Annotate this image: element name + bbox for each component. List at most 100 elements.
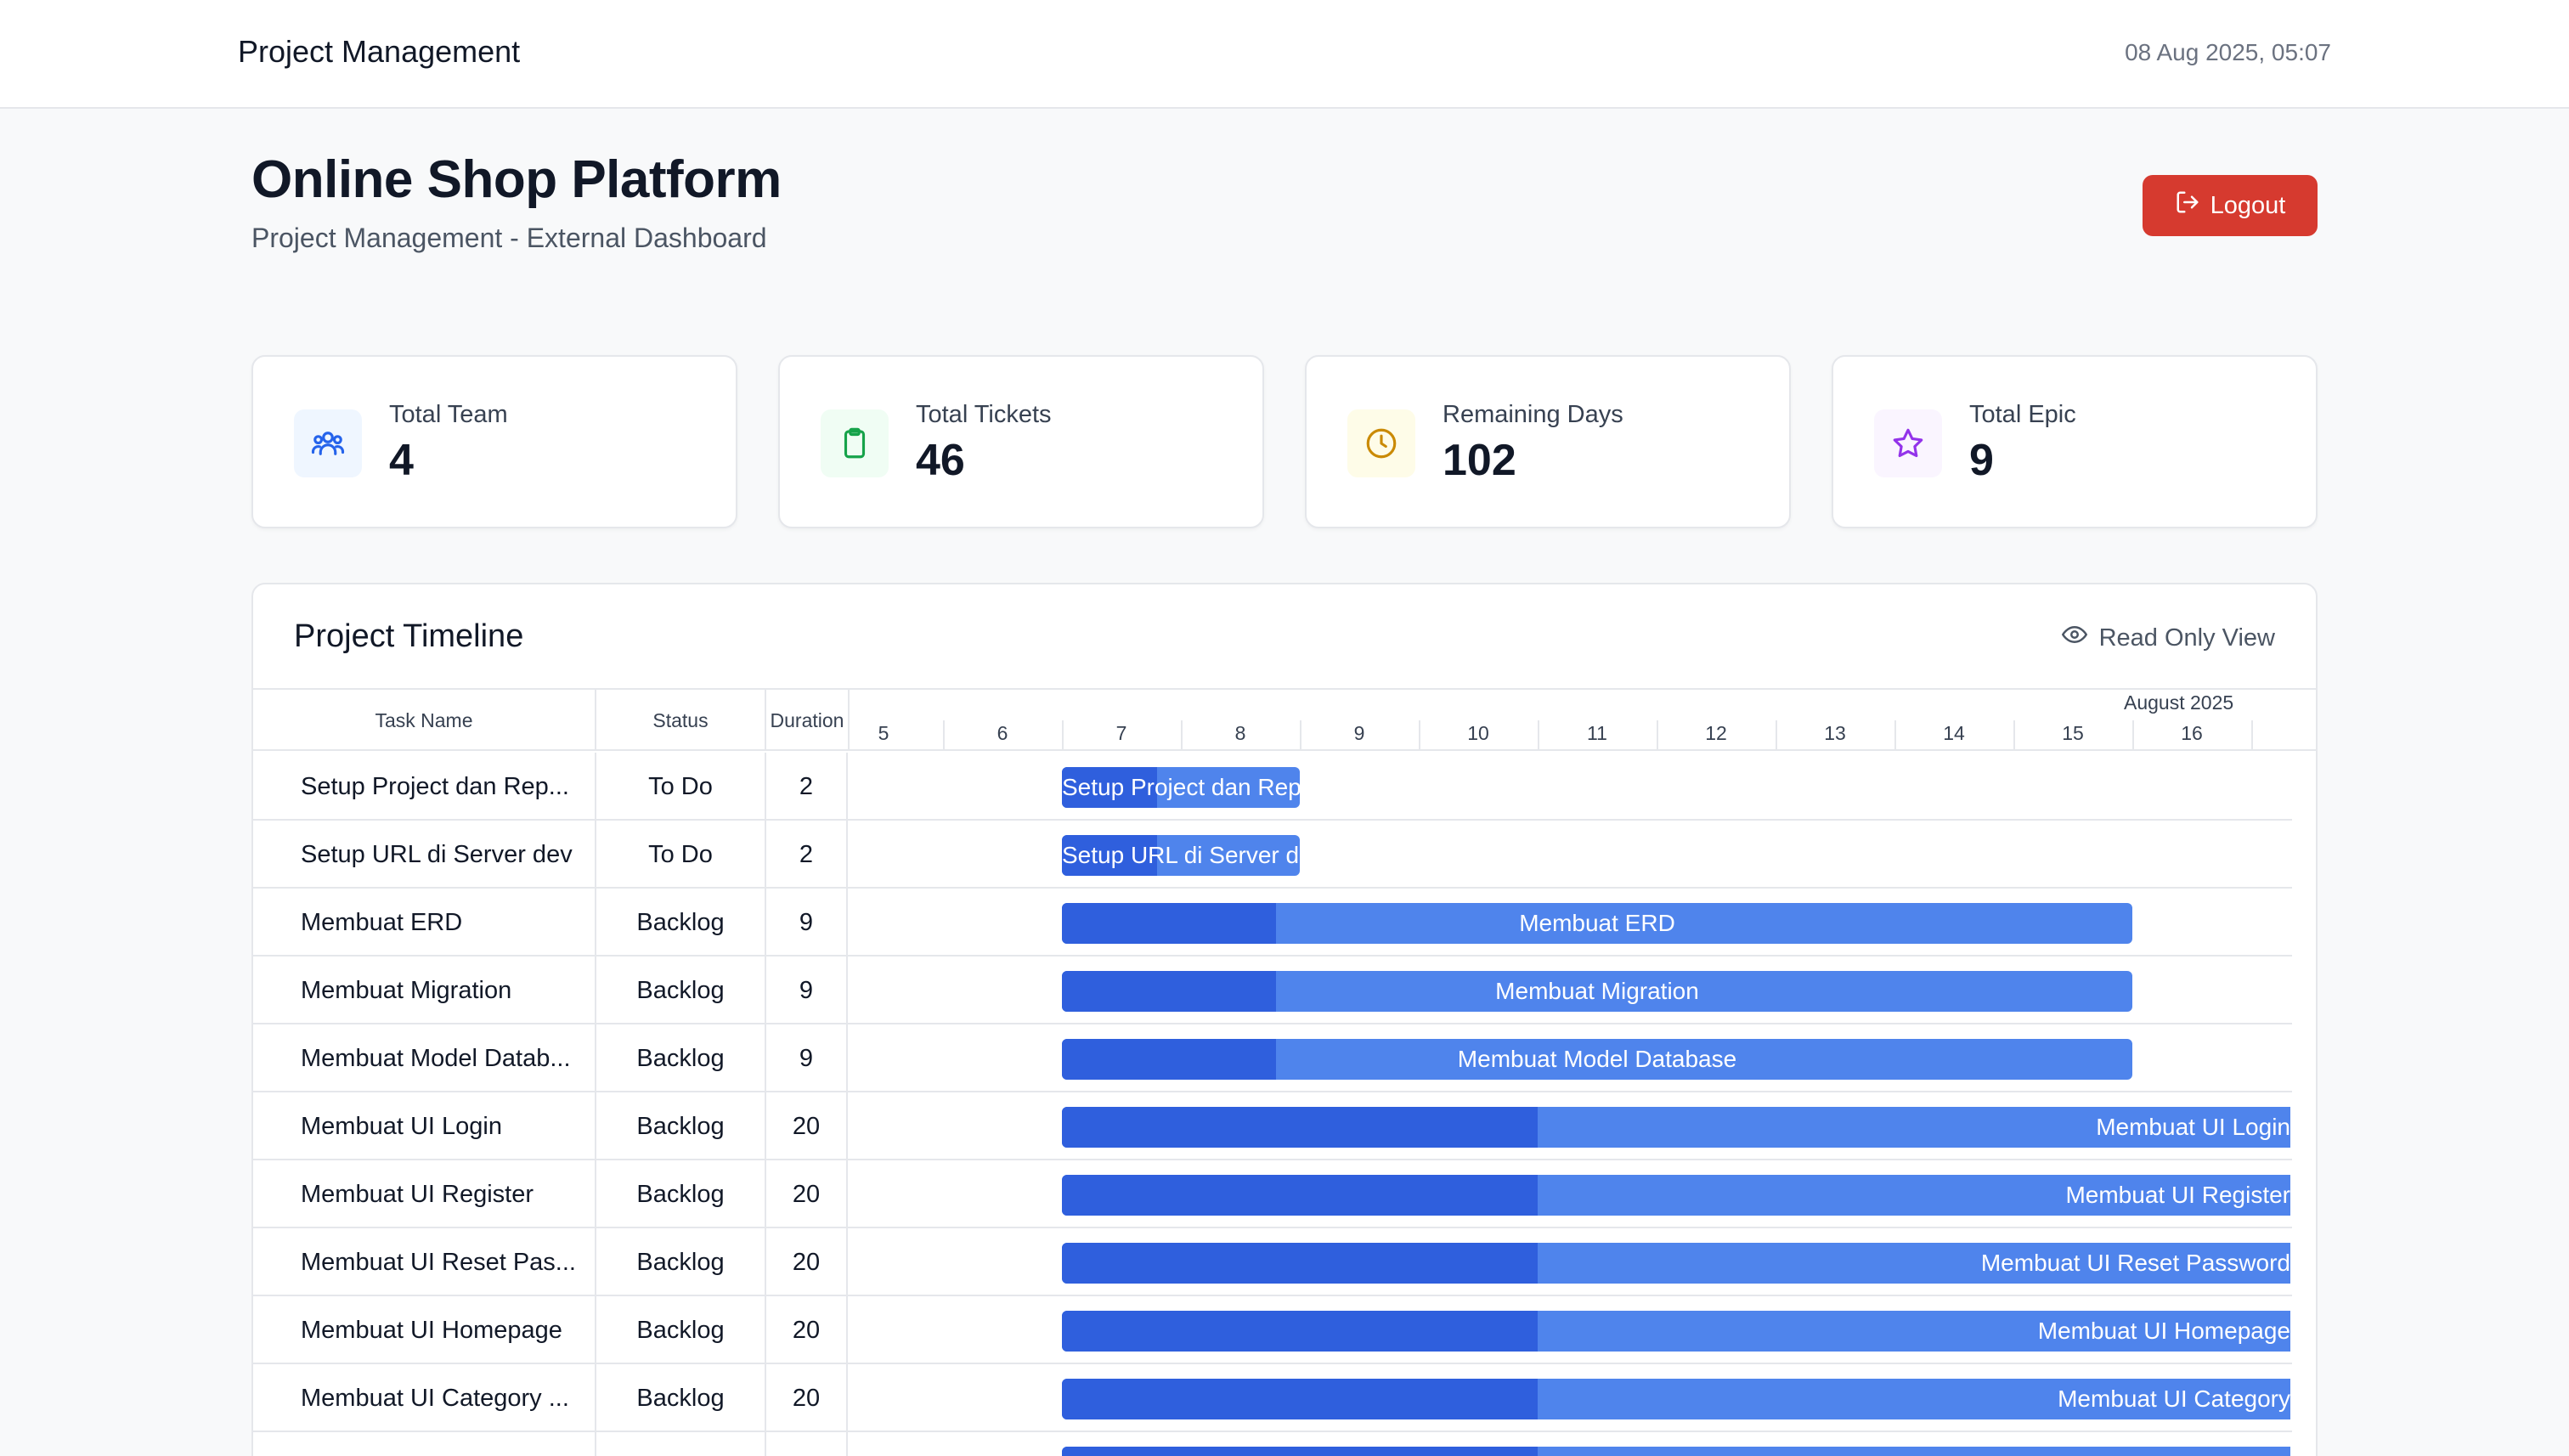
task-name-cell: Membuat ERD: [253, 889, 596, 957]
task-name-cell: Membuat Migration: [253, 957, 596, 1024]
task-bar-label: Setup URL di Server dev: [1062, 842, 1300, 868]
stat-value: 102: [1443, 436, 1516, 485]
table-row[interactable]: Membuat Model Datab... Backlog 9 Membuat Mo…: [253, 1024, 2292, 1092]
top-navbar: Project Management 08 Aug 2025, 05:07: [0, 0, 2569, 109]
task-bar-track: Membuat UI Category: [850, 1364, 2290, 1432]
task-duration-cell: 9: [766, 957, 848, 1024]
day-label: 11: [1587, 722, 1607, 744]
table-row[interactable]: Membuat UI Category ... Backlog 20 Membuat …: [253, 1364, 2292, 1432]
task-bar-label: Membuat Migration: [1495, 978, 1699, 1004]
logout-icon: [2175, 189, 2200, 222]
stat-label: Total Epic: [1969, 401, 2076, 428]
timeline-title: Project Timeline: [294, 618, 524, 654]
task-bar-label: Membuat ERD: [1519, 910, 1675, 936]
task-bar[interactable]: Setup URL di Server dev: [1062, 835, 1300, 876]
table-row[interactable]: Membuat Migration Backlog 9 Membuat Migrati…: [253, 957, 2292, 1024]
eye-icon: [2061, 622, 2087, 654]
task-bar-track: Membuat ERD: [850, 889, 2290, 957]
column-header-task-name: Task Name: [253, 690, 596, 751]
task-duration-cell: 20: [766, 1364, 848, 1432]
day-divider: [2251, 720, 2253, 751]
stat-card-total-tickets: Total Tickets 46: [778, 355, 1264, 528]
day-label: 15: [2062, 722, 2084, 744]
users-icon: [294, 409, 362, 477]
task-status-cell: To Do: [596, 821, 766, 889]
project-timeline-panel: Project Timeline Read Only View Task Nam…: [251, 583, 2318, 1456]
stat-label: Total Tickets: [916, 401, 1052, 428]
current-datetime: 08 Aug 2025, 05:07: [2125, 39, 2331, 65]
table-row[interactable]: Setup URL di Server dev To Do 2 Setup URL d…: [253, 821, 2292, 889]
task-bar-track: Membuat UI Register: [850, 1160, 2290, 1228]
task-status-cell: Backlog: [596, 1364, 766, 1432]
day-label: 8: [1234, 722, 1246, 744]
task-bar-track: Membuat UI Reset Password: [850, 1228, 2290, 1296]
day-label: 6: [997, 722, 1008, 744]
day-label: 7: [1115, 722, 1127, 744]
task-bar[interactable]: Membuat Model Database: [1062, 1039, 2132, 1080]
task-bar-label: Membuat UI Login: [2096, 1114, 2290, 1140]
task-status-cell: Backlog: [596, 1024, 766, 1092]
stat-value: 4: [389, 436, 414, 485]
task-status-cell: Backlog: [596, 889, 766, 957]
task-name-cell: Membuat UI Product ...: [253, 1432, 596, 1456]
task-status-cell: Backlog: [596, 1296, 766, 1364]
task-duration-cell: 20: [766, 1228, 848, 1296]
task-bar-label: Membuat UI Register: [2065, 1182, 2290, 1208]
day-label: 13: [1824, 722, 1846, 744]
logout-label: Logout: [2210, 191, 2286, 219]
read-only-indicator: Read Only View: [2061, 622, 2275, 654]
table-row[interactable]: Membuat ERD Backlog 9 Membuat ERD: [253, 889, 2292, 957]
star-icon: [1874, 409, 1942, 477]
day-label: 5: [878, 722, 889, 744]
task-bar[interactable]: Membuat UI Reset Password: [1062, 1243, 2290, 1284]
task-bar-track: Membuat UI Login: [850, 1092, 2290, 1160]
task-duration-cell: 20: [766, 1092, 848, 1160]
task-bar-label: Membuat Model Database: [1457, 1046, 1737, 1072]
task-name-cell: Membuat UI Category ...: [253, 1364, 596, 1432]
logout-button[interactable]: Logout: [2143, 175, 2318, 236]
task-bar[interactable]: Setup Project dan Repos: [1062, 767, 1300, 808]
stat-card-remaining-days: Remaining Days 102: [1305, 355, 1791, 528]
task-duration-cell: 9: [766, 889, 848, 957]
gantt-chart: Task Name Status Duration August 2025 56…: [253, 688, 2316, 1456]
task-name-cell: Membuat UI Homepage: [253, 1296, 596, 1364]
task-bar-label: Membuat UI Category: [2058, 1385, 2290, 1412]
task-bar-track: Membuat UI Product: [850, 1432, 2290, 1456]
clipboard-icon: [821, 409, 889, 477]
stat-card-total-team: Total Team 4: [251, 355, 737, 528]
table-row[interactable]: Membuat UI Product ...Backlog20 Membuat U…: [253, 1432, 2292, 1456]
task-bar[interactable]: Membuat UI Category: [1062, 1379, 2290, 1419]
task-status-cell: Backlog: [596, 1432, 766, 1456]
day-label: 10: [1467, 722, 1489, 744]
page-subtitle: Project Management - External Dashboard: [251, 223, 767, 253]
stat-card-total-epic: Total Epic 9: [1832, 355, 2318, 528]
task-duration-cell: 20: [766, 1432, 848, 1456]
task-bar[interactable]: Membuat Migration: [1062, 971, 2132, 1012]
read-only-label: Read Only View: [2098, 624, 2275, 652]
brand-title: Project Management: [238, 34, 521, 69]
task-bar[interactable]: Membuat UI Register: [1062, 1175, 2290, 1216]
gantt-header: Task Name Status Duration August 2025 56…: [253, 690, 2316, 751]
task-name-cell: Setup URL di Server dev: [253, 821, 596, 889]
day-label: 9: [1353, 722, 1365, 744]
task-bar-track: Membuat Model Database: [850, 1024, 2290, 1092]
task-bar[interactable]: Membuat UI Homepage: [1062, 1311, 2290, 1352]
task-bar[interactable]: Membuat UI Product: [1062, 1447, 2290, 1456]
table-row[interactable]: Membuat UI Login Backlog 20 Membuat UI Logi…: [253, 1092, 2292, 1160]
task-duration-cell: 9: [766, 1024, 848, 1092]
task-bar[interactable]: Membuat ERD: [1062, 903, 2132, 944]
table-row[interactable]: Setup Project dan Rep... To Do 2 Setup Proj…: [253, 753, 2292, 821]
stat-label: Remaining Days: [1443, 401, 1623, 428]
page-title: Online Shop Platform: [251, 150, 782, 209]
task-bar-label: Membuat UI Reset Password: [1980, 1250, 2290, 1276]
table-row[interactable]: Membuat UI Register Backlog 20 Membuat UI R…: [253, 1160, 2292, 1228]
task-bar-label: Membuat UI Homepage: [2037, 1318, 2290, 1344]
table-row[interactable]: Membuat UI Homepage Backlog 20 Membuat UI H…: [253, 1296, 2292, 1364]
task-name-cell: Setup Project dan Rep...: [253, 753, 596, 821]
task-name-cell: Membuat UI Reset Pas...: [253, 1228, 596, 1296]
clock-icon: [1347, 409, 1415, 477]
task-name-cell: Membuat UI Register: [253, 1160, 596, 1228]
table-row[interactable]: Membuat UI Reset Pas... Backlog 20 Membuat …: [253, 1228, 2292, 1296]
task-status-cell: Backlog: [596, 1092, 766, 1160]
task-bar[interactable]: Membuat UI Login: [1062, 1107, 2290, 1148]
